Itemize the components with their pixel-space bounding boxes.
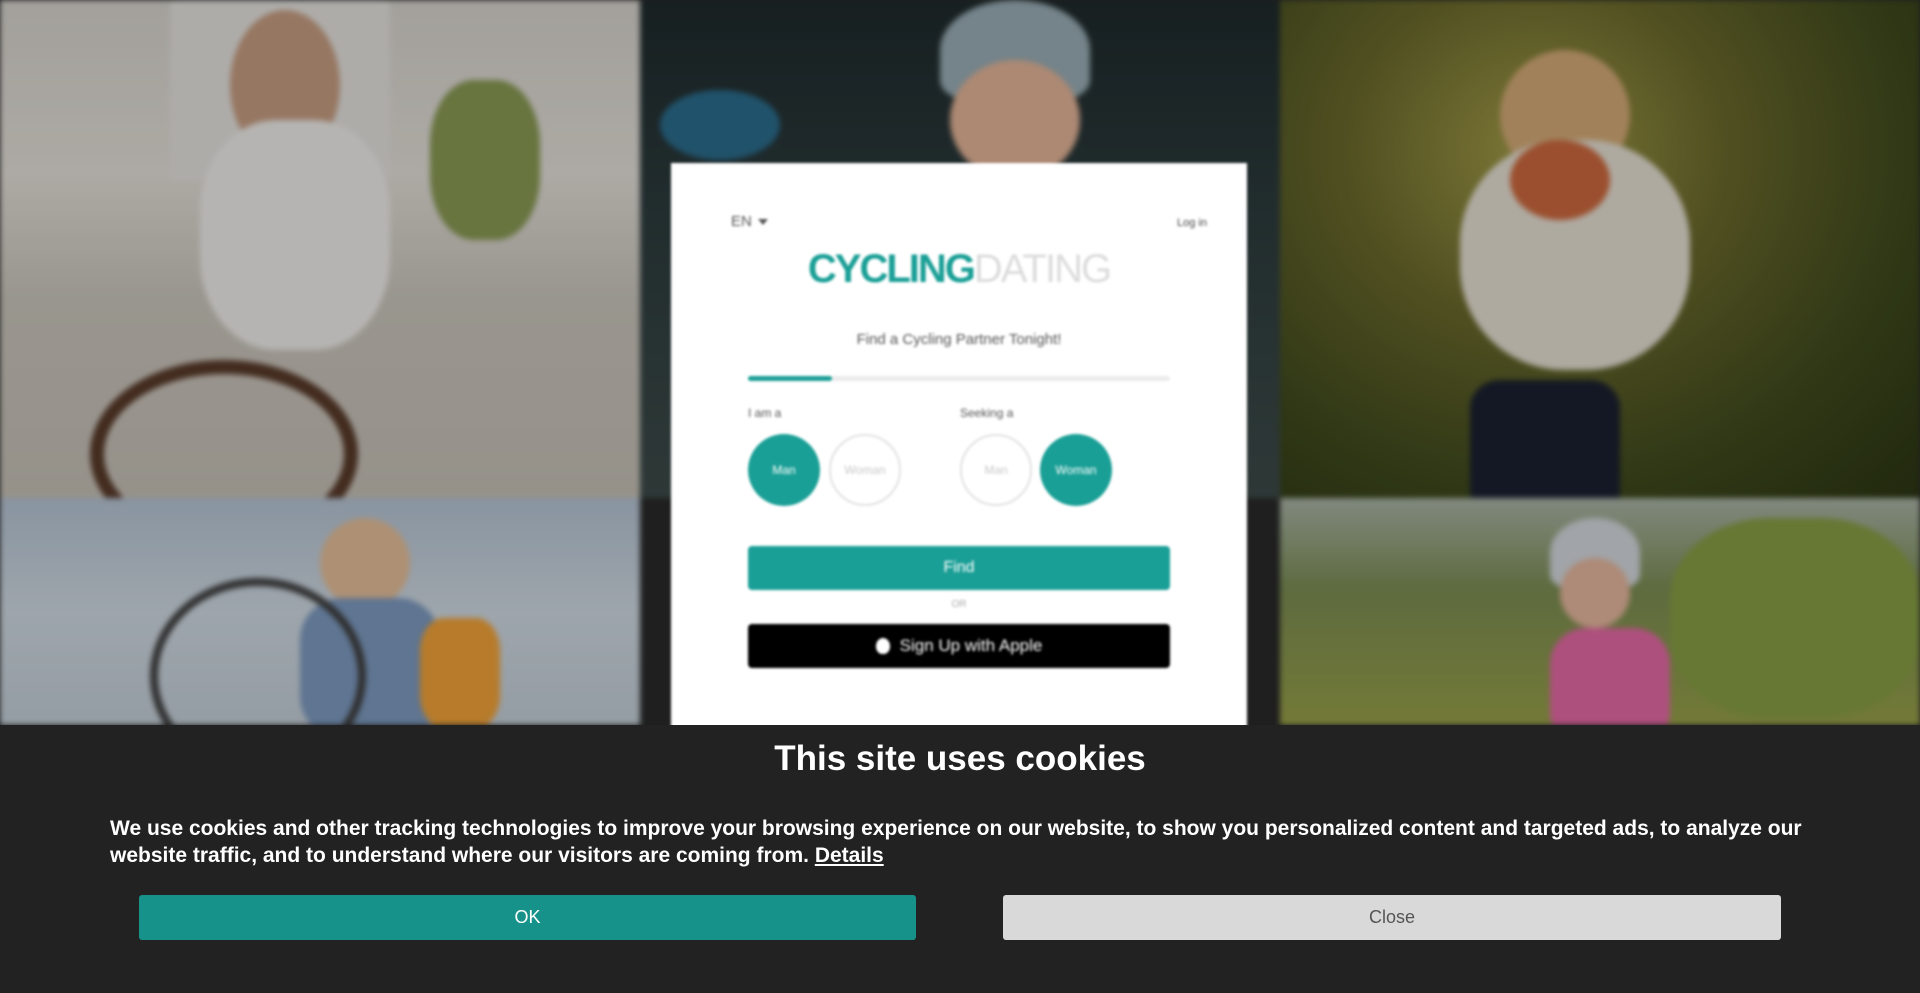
logo-part-cycling: CYCLING — [807, 247, 976, 291]
cookie-banner-title: This site uses cookies — [774, 739, 1146, 778]
cookie-banner: This site uses cookies We use cookies an… — [0, 725, 1920, 993]
signup-card: EN Log in CYCLINGDATING Find a Cycling P… — [671, 163, 1247, 728]
language-label: EN — [731, 213, 752, 230]
login-link[interactable]: Log in — [1177, 217, 1207, 229]
signup-progress-bar — [748, 376, 1170, 381]
apple-icon — [875, 638, 890, 654]
cookie-ok-button[interactable]: OK — [139, 895, 916, 940]
apple-signup-button[interactable]: Sign Up with Apple — [748, 624, 1170, 668]
or-divider: OR — [951, 599, 967, 610]
cookie-close-button[interactable]: Close — [1003, 895, 1781, 940]
language-selector[interactable]: EN — [731, 213, 768, 230]
cookie-details-link[interactable]: Details — [815, 844, 884, 867]
chevron-down-icon — [757, 219, 768, 226]
i-am-woman-option[interactable]: Woman — [829, 434, 901, 506]
seeking-woman-option[interactable]: Woman — [1040, 434, 1112, 506]
seeking-label: Seeking a — [960, 406, 1014, 420]
i-am-label: I am a — [748, 406, 782, 420]
signup-card-top: EN Log in — [731, 213, 1207, 233]
i-am-man-option[interactable]: Man — [748, 434, 820, 506]
cookie-banner-text: We use cookies and other tracking techno… — [110, 815, 1810, 869]
seeking-man-option[interactable]: Man — [960, 434, 1032, 506]
site-logo: CYCLINGDATING — [671, 247, 1247, 292]
apple-signup-label: Sign Up with Apple — [899, 636, 1043, 655]
signup-progress-fill — [748, 376, 833, 381]
find-button[interactable]: Find — [748, 546, 1170, 590]
tagline: Find a Cycling Partner Tonight! — [856, 331, 1062, 348]
logo-part-dating: DATING — [973, 247, 1112, 291]
cookie-banner-body: We use cookies and other tracking techno… — [110, 817, 1802, 867]
